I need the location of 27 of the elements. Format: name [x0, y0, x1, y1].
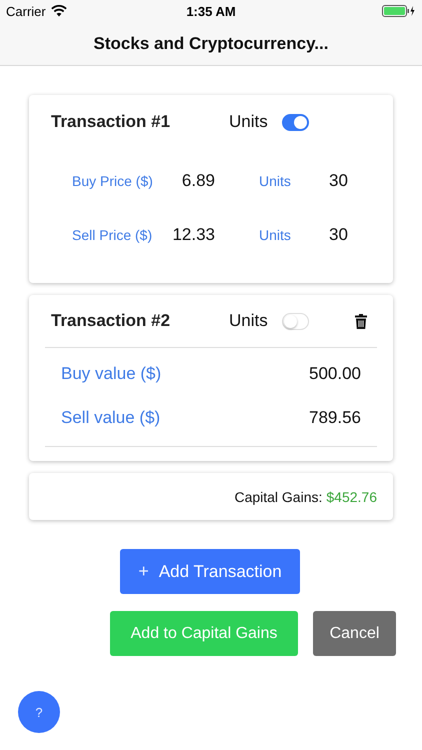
nav-title: Stocks and Cryptocurrency...	[94, 34, 328, 54]
units-value[interactable]: 30	[329, 225, 369, 245]
status-time: 1:35 AM	[186, 4, 236, 18]
value-amount[interactable]: 789.56	[309, 408, 361, 428]
value-amount[interactable]: 500.00	[309, 364, 361, 384]
battery-icon	[382, 5, 416, 17]
carrier-label: Carrier	[6, 4, 46, 18]
transaction-title: Transaction #1	[51, 112, 172, 132]
toggle-label: Units	[229, 311, 268, 331]
cancel-button[interactable]: Cancel	[313, 611, 396, 656]
trash-icon[interactable]	[355, 314, 367, 328]
add-transaction-button[interactable]: + Add Transaction	[120, 549, 300, 594]
transaction-title: Transaction #2	[51, 311, 172, 331]
price-value[interactable]: 12.33	[172, 225, 217, 245]
price-value[interactable]: 6.89	[172, 171, 217, 191]
price-label: Sell Price ($)	[72, 227, 154, 243]
toggle-label: Units	[229, 112, 268, 132]
units-value[interactable]: 30	[329, 171, 369, 191]
units-label: Units	[258, 227, 292, 243]
capital-gains-label: Capital Gains:	[234, 488, 322, 504]
units-switch[interactable]	[282, 114, 309, 130]
wifi-icon	[50, 5, 67, 17]
value-label: Sell value ($)	[61, 408, 160, 428]
units-label: Units	[258, 173, 292, 189]
value-label: Buy value ($)	[61, 364, 162, 384]
capital-gains-amount: $452.76	[326, 488, 377, 504]
price-label: Buy Price ($)	[72, 173, 154, 189]
